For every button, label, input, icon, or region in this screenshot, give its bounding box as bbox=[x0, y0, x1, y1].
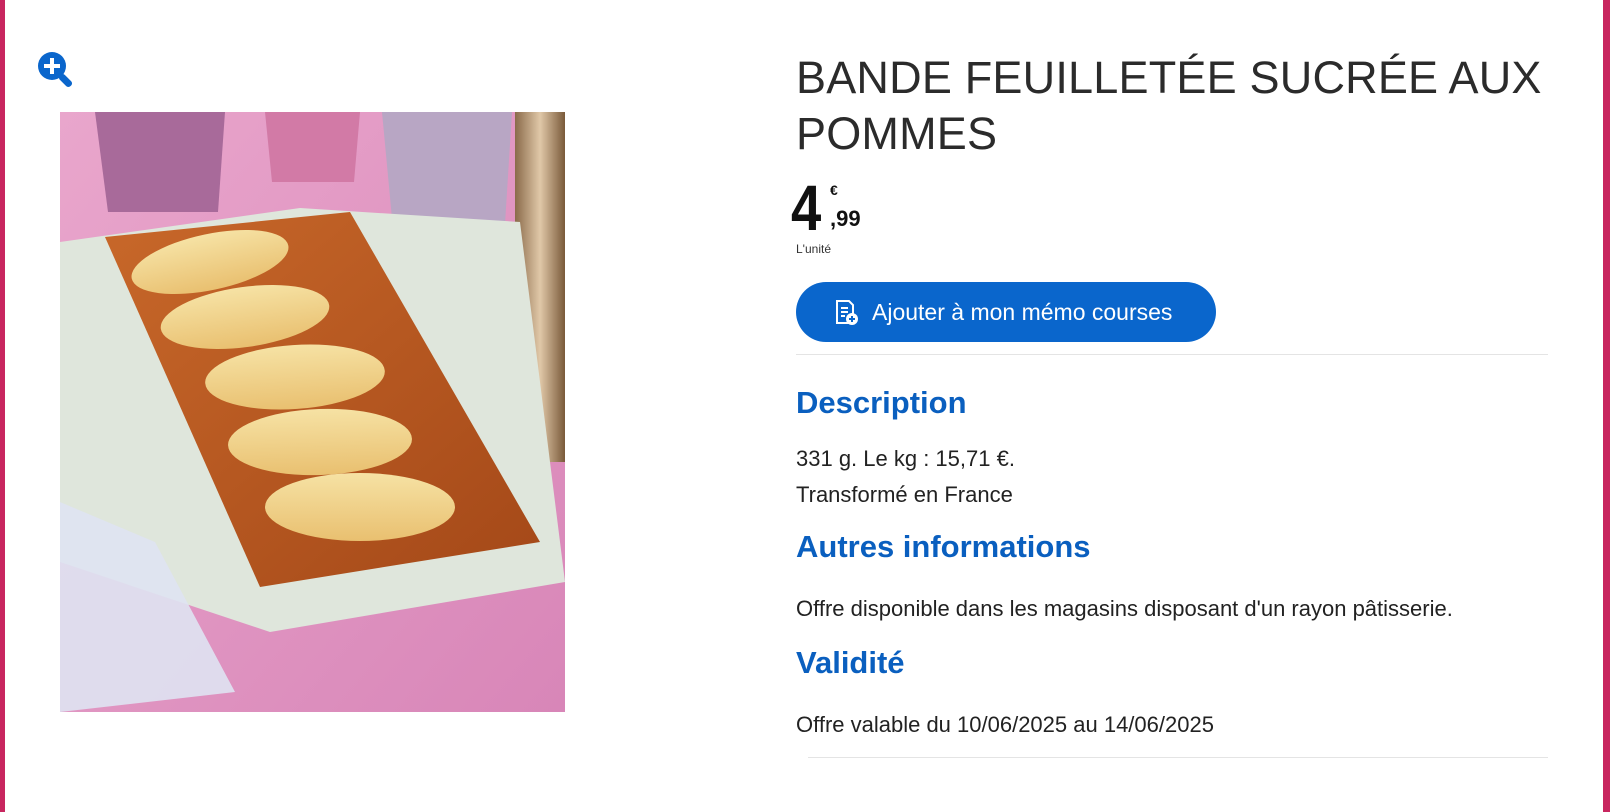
product-title: BANDE FEUILLETÉE SUCRÉE AUX POMMES bbox=[796, 52, 1542, 159]
page-frame-left bbox=[0, 0, 5, 812]
description-line-origin: Transformé en France bbox=[796, 482, 1013, 507]
add-to-memo-label: Ajouter à mon mémo courses bbox=[872, 298, 1173, 325]
price-unit: L'unité bbox=[796, 242, 831, 256]
other-info-title: Autres informations bbox=[796, 529, 1091, 564]
validity-section: Validité Offre valable du 10/06/2025 au … bbox=[796, 645, 1548, 743]
product-image bbox=[60, 112, 565, 712]
price-currency: € bbox=[830, 182, 838, 198]
price-decimals: ,99 bbox=[830, 206, 861, 231]
zoom-in-icon bbox=[38, 52, 73, 88]
description-title: Description bbox=[796, 385, 967, 420]
add-to-memo-button[interactable]: Ajouter à mon mémo courses bbox=[796, 282, 1216, 342]
product-info: BANDE FEUILLETÉE SUCRÉE AUX POMMES 4 € ,… bbox=[791, 50, 1548, 758]
price-integer: 4 bbox=[791, 172, 822, 244]
page-frame-right bbox=[1603, 0, 1610, 812]
validity-text: Offre valable du 10/06/2025 au 14/06/202… bbox=[796, 712, 1214, 737]
other-info-section: Autres informations Offre disponible dan… bbox=[796, 529, 1548, 627]
divider bbox=[796, 354, 1548, 355]
divider-bottom bbox=[808, 757, 1548, 758]
description-section: Description 331 g. Le kg : 15,71 €. Tran… bbox=[796, 385, 1548, 513]
memo-list-icon bbox=[836, 300, 858, 325]
other-info-text: Offre disponible dans les magasins dispo… bbox=[796, 596, 1453, 621]
description-line-weight: 331 g. Le kg : 15,71 €. bbox=[796, 446, 1015, 471]
zoom-button[interactable] bbox=[36, 50, 76, 90]
validity-title: Validité bbox=[796, 645, 905, 680]
price: 4 € ,99 bbox=[791, 176, 1548, 242]
